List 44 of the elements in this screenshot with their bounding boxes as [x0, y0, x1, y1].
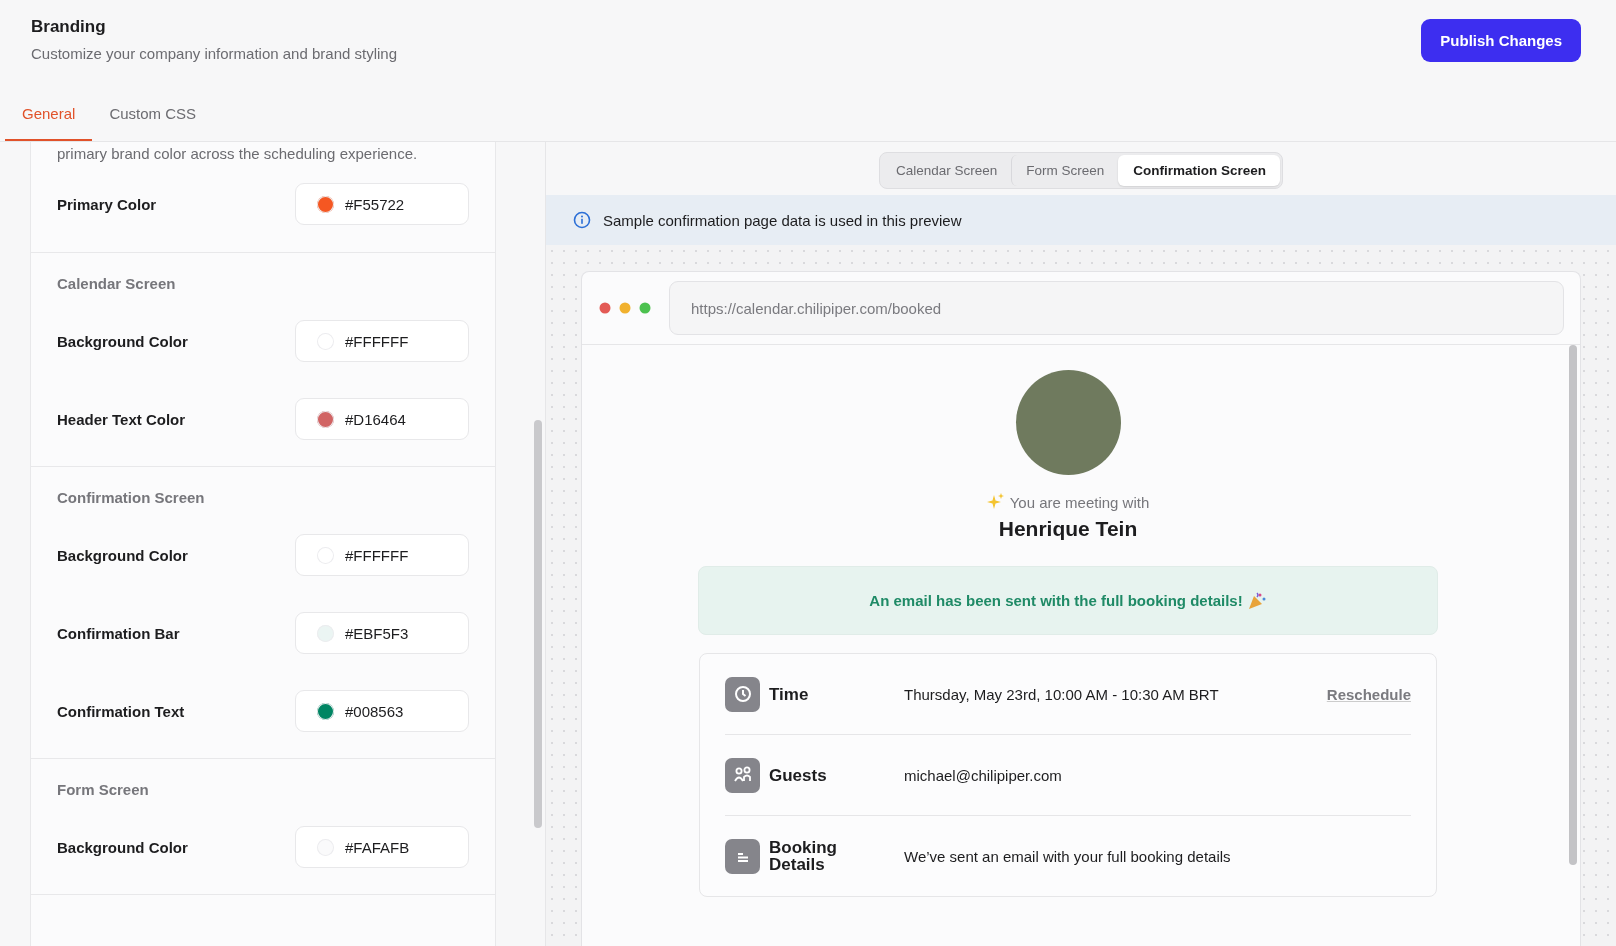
meeting-caption: You are meeting with [1009, 493, 1150, 511]
info-icon [573, 211, 591, 229]
color-input-field[interactable]: #F55722 [295, 183, 469, 225]
list-icon [725, 838, 760, 874]
field-label: Confirmation Text [57, 702, 185, 720]
section-title: Confirmation Screen [57, 488, 206, 508]
host-name: Henrique Tein [998, 517, 1138, 541]
field-label: Background Color [57, 546, 188, 564]
field-label: Primary Color [57, 195, 157, 213]
publish-button[interactable]: Publish Changes [1421, 19, 1581, 62]
scrollbar[interactable] [1569, 345, 1577, 865]
color-input-field[interactable]: #FAFAFB [295, 826, 469, 868]
screen-tab[interactable]: Confirmation Screen [1118, 155, 1281, 186]
people-icon [725, 757, 760, 793]
page-subtitle: Customize your company information and brand styling [31, 45, 397, 62]
section-title: Form Screen [57, 780, 150, 800]
detail-value: Thursday, May 23rd, 10:00 AM - 10:30 AM BRT [904, 685, 1220, 703]
color-input-field[interactable]: #EBF5F3 [295, 612, 469, 654]
section-description: primary brand color across the scheduling experience. [57, 144, 419, 164]
page-title: Branding [31, 17, 107, 37]
window-controls-icon [599, 302, 653, 314]
url-field[interactable]: https://calendar.chilipiper.com/booked [669, 281, 1564, 335]
detail-label: Booking Details [769, 839, 838, 873]
field-label: Background Color [57, 838, 188, 856]
confirmation-text: An email has been sent with the full booking details! [869, 592, 1243, 609]
field-label: Header Text Color [57, 410, 186, 428]
screen-tab[interactable]: Calendar Screen [881, 155, 1012, 186]
tab[interactable]: Custom CSS [92, 79, 214, 141]
scrollbar[interactable] [534, 420, 542, 828]
color-input-field[interactable]: #008563 [295, 690, 469, 732]
color-input-field[interactable]: #FFFFFF [295, 534, 469, 576]
info-text: Sample confirmation page data is used in this preview [603, 211, 962, 229]
reschedule-link[interactable]: Reschedule [1326, 685, 1411, 703]
field-label: Background Color [57, 332, 188, 350]
detail-value: michael@chilipiper.com [904, 766, 1063, 784]
detail-label: Guests [769, 766, 828, 784]
color-input-field[interactable]: #FFFFFF [295, 320, 469, 362]
detail-value: We’ve sent an email with your full booking details [904, 847, 1232, 865]
color-input-field[interactable]: #D16464 [295, 398, 469, 440]
section-title: Calendar Screen [57, 274, 177, 294]
detail-label: Time [769, 685, 810, 703]
field-label: Confirmation Bar [57, 624, 180, 642]
party-popper-icon [1246, 590, 1267, 611]
clock-icon [725, 676, 760, 712]
